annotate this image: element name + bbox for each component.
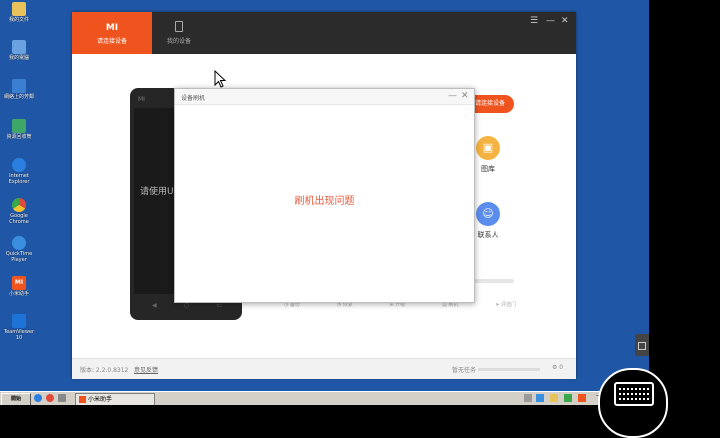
task-status-label: 暂无任务 <box>452 367 477 374</box>
phone-screen-text: 请使用U <box>140 187 174 197</box>
back-key-icon: ◀ <box>152 302 157 309</box>
phone-brand: MI <box>138 96 145 103</box>
desktop-icon-label: 小米助手 <box>8 291 29 297</box>
task-count-value: 0 <box>559 364 564 371</box>
desktop-icon-network[interactable]: 網絡上的芳鄰 <box>2 79 36 100</box>
phone-keys: ◀ ○ ▭ <box>152 302 222 309</box>
home-key-icon: ○ <box>183 302 190 309</box>
mi-logo-icon: MI <box>105 23 119 33</box>
tray-mi-icon[interactable] <box>578 394 586 402</box>
desktop-icon-quicktime[interactable]: QuickTime Player <box>2 236 36 263</box>
computer-icon <box>12 40 26 54</box>
action-rate-label: 评选门 <box>500 302 516 308</box>
desktop-icon-my-documents[interactable]: 我的文件 <box>2 2 36 23</box>
close-button[interactable]: ✕ <box>561 16 569 26</box>
screen-letterbox <box>649 0 720 405</box>
internet-explorer-icon <box>12 158 26 172</box>
desktop-icon-label: 資源回收筒 <box>6 134 32 140</box>
taskbar-item-label: 小米助手 <box>88 396 113 403</box>
keyboard-icon <box>614 382 654 406</box>
tray-volume-icon[interactable] <box>550 394 558 402</box>
desktop-icon-mi-assistant[interactable]: MI 小米助手 <box>2 276 36 297</box>
desktop-icon-chrome[interactable]: Google Chrome <box>2 198 36 225</box>
desktop-icon-label: Internet Explorer <box>8 173 30 185</box>
quicklaunch-ie-icon[interactable] <box>34 394 42 402</box>
tab-connect-device[interactable]: MI 请连接设备 <box>72 12 152 54</box>
desktop-icon-label: TeamViewer 10 <box>3 329 35 341</box>
mi-assistant-icon <box>79 395 86 403</box>
task-progress-bar <box>478 368 540 371</box>
app-footer: 版本: 2.2.0.8312 意见反馈 暂无任务 ⚙ 0 <box>72 358 576 379</box>
dialog-error-message: 刷机出现问题 <box>294 196 355 207</box>
folder-icon <box>12 2 26 16</box>
desktop-icon-recycle-bin[interactable]: 資源回收筒 <box>2 119 36 140</box>
desktop-icon-label: QuickTime Player <box>5 251 33 263</box>
tab-my-device-label: 我的设备 <box>166 38 191 45</box>
gallery-icon: ▣ <box>476 136 500 160</box>
teamviewer-icon <box>12 314 26 328</box>
dialog-titlebar[interactable]: 设备刷机 — ✕ <box>175 89 474 105</box>
virtual-keyboard-button[interactable] <box>598 368 668 438</box>
tab-my-device[interactable]: 我的设备 <box>152 12 206 54</box>
menu-key-icon: ▭ <box>216 302 222 309</box>
taskbar-item-mi-assistant[interactable]: 小米助手 <box>75 393 155 405</box>
tab-connect-label: 请连接设备 <box>96 38 127 45</box>
menu-icon[interactable]: ☰ <box>530 16 538 26</box>
tray-app-icon[interactable] <box>564 394 572 402</box>
network-icon <box>12 79 26 93</box>
tray-network-icon[interactable] <box>536 394 544 402</box>
minimize-button[interactable]: — <box>546 16 555 26</box>
task-count[interactable]: ⚙ 0 <box>552 364 563 371</box>
desktop-icon-my-computer[interactable]: 我的電腦 <box>2 40 36 61</box>
version-label: 版本: 2.2.0.8312 <box>80 367 129 374</box>
desktop-icon-label: 我的電腦 <box>8 55 29 61</box>
desktop-icon-label: 我的文件 <box>8 17 29 23</box>
flash-dialog: 设备刷机 — ✕ 刷机出现问题 <box>174 88 475 303</box>
action-rate[interactable]: ➤ 评选门 <box>495 301 516 308</box>
app-header: MI 请连接设备 我的设备 ☰ — ✕ <box>72 12 576 54</box>
quicklaunch-desktop-icon[interactable] <box>58 394 66 402</box>
quicklaunch-chrome-icon[interactable] <box>46 394 54 402</box>
tray-keyboard-icon[interactable] <box>524 394 532 402</box>
recycle-bin-icon <box>12 119 26 133</box>
dialog-title: 设备刷机 <box>181 95 206 102</box>
taskbar: 開始 小米助手 下午 <box>0 391 649 405</box>
contacts-icon: ☺ <box>476 202 500 226</box>
phone-icon <box>175 21 183 32</box>
desktop-icon-ie[interactable]: Internet Explorer <box>2 158 36 185</box>
desktop-icon-label: 網絡上的芳鄰 <box>3 94 34 100</box>
desktop-icon-teamviewer[interactable]: TeamViewer 10 <box>2 314 36 341</box>
desktop: 我的文件 我的電腦 網絡上的芳鄰 資源回收筒 Internet Explorer… <box>0 0 649 405</box>
side-tab-icon <box>638 342 646 350</box>
desktop-icon-label: Google Chrome <box>9 213 29 225</box>
feedback-link[interactable]: 意见反馈 <box>134 365 158 374</box>
chrome-icon <box>12 198 26 212</box>
side-panel-tab[interactable] <box>635 334 649 356</box>
mi-assistant-icon: MI <box>12 276 26 290</box>
dialog-close-button[interactable]: ✕ <box>461 91 469 101</box>
mouse-cursor-icon <box>214 70 226 88</box>
start-button[interactable]: 開始 <box>1 393 31 405</box>
quicktime-icon <box>12 236 26 250</box>
dialog-minimize-button[interactable]: — <box>448 91 457 101</box>
